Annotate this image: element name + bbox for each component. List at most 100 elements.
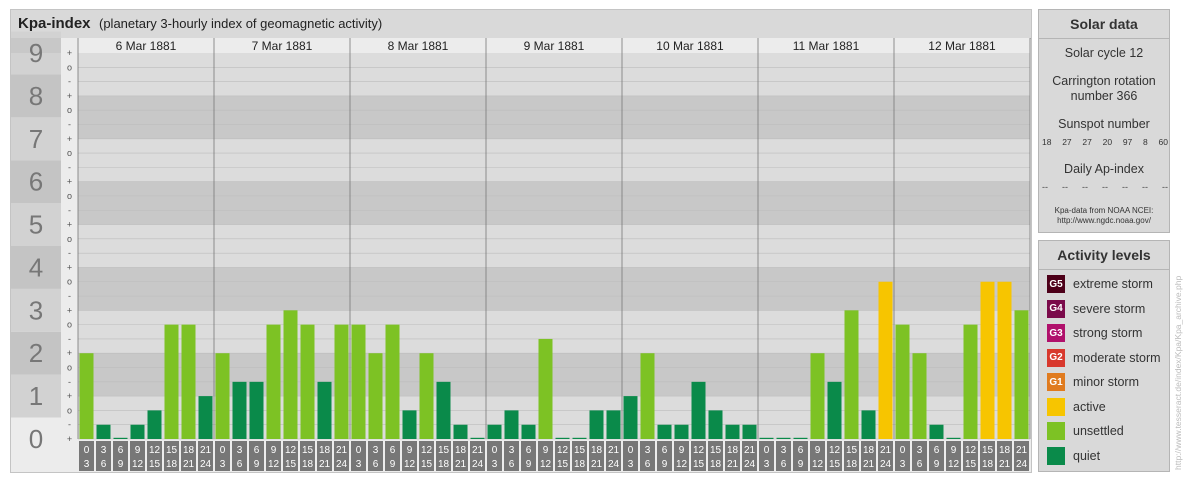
interval-end-label: 24 xyxy=(744,459,756,470)
kp-bar xyxy=(912,353,927,439)
y-subtick-label: + xyxy=(67,434,72,444)
solar-cycle: Solar cycle 12 xyxy=(1064,46,1144,60)
interval-start-label: 15 xyxy=(710,445,722,456)
interval-start-label: 6 xyxy=(118,445,124,456)
solar-panel-title: Solar data xyxy=(1039,10,1169,39)
level-swatch: G2 xyxy=(1047,348,1065,367)
ap-value: -- xyxy=(1062,182,1068,192)
interval-end-label: 21 xyxy=(591,459,603,470)
level-swatch xyxy=(1047,397,1065,416)
kp-bar xyxy=(419,353,434,439)
interval-start-label: 3 xyxy=(237,445,243,456)
kp-bar xyxy=(759,437,774,439)
kp-bar xyxy=(946,437,961,439)
activity-panel-title: Activity levels xyxy=(1039,241,1169,270)
kp-bar xyxy=(776,437,791,439)
interval-end-label: 6 xyxy=(237,459,243,470)
kp-bar xyxy=(623,396,638,439)
kp-bar xyxy=(96,424,111,439)
ap-value: -- xyxy=(1102,182,1108,192)
kp-bar xyxy=(1014,310,1029,439)
kp-bar xyxy=(657,424,672,439)
interval-start-label: 12 xyxy=(285,445,297,456)
y-subtick-label: o xyxy=(67,405,72,415)
source-link[interactable]: http://www.ngdc.noaa.gov/ xyxy=(1039,216,1169,226)
kp-bar xyxy=(997,281,1012,439)
sunspot-value: 20 xyxy=(1102,137,1113,147)
interval-start-label: 21 xyxy=(608,445,620,456)
interval-end-label: 6 xyxy=(781,459,787,470)
activity-level-minor-storm: G1 minor storm xyxy=(1047,372,1139,392)
interval-end-label: 9 xyxy=(798,459,804,470)
source-note: Kpa-data from NOAA NCEI: http://www.ngdc… xyxy=(1039,206,1169,226)
kp-bar xyxy=(385,324,400,439)
y-tick-label: 1 xyxy=(29,381,43,411)
interval-start-label: 12 xyxy=(421,445,433,456)
interval-start-label: 6 xyxy=(798,445,804,456)
interval-start-label: 12 xyxy=(149,445,161,456)
interval-start-label: 3 xyxy=(917,445,923,456)
kp-bar xyxy=(691,381,706,439)
kp-bar xyxy=(181,324,196,439)
source-line-1: Kpa-data from NOAA NCEI: xyxy=(1054,206,1154,215)
interval-end-label: 15 xyxy=(285,459,297,470)
kp-bar xyxy=(368,353,383,439)
carrington-rotation: Carrington rotation number 366 xyxy=(1052,74,1156,103)
interval-start-label: 0 xyxy=(900,445,906,456)
interval-end-label: 24 xyxy=(880,459,892,470)
interval-start-label: 6 xyxy=(390,445,396,456)
kp-bar xyxy=(334,324,349,439)
interval-end-label: 6 xyxy=(509,459,515,470)
kp-bar xyxy=(861,410,876,439)
level-swatch: G5 xyxy=(1047,275,1065,293)
interval-end-label: 12 xyxy=(268,459,280,470)
y-tick-label: 5 xyxy=(29,210,43,240)
y-subtick-label: + xyxy=(67,391,72,401)
y-tick-label: 8 xyxy=(29,81,43,111)
kp-bar xyxy=(113,437,128,439)
interval-end-label: 9 xyxy=(526,459,532,470)
sunspot-value: 8 xyxy=(1143,137,1148,147)
y-subtick-label: + xyxy=(67,91,72,101)
y-tick-label: 2 xyxy=(29,338,43,368)
kp-bar xyxy=(266,324,281,439)
kp-bar xyxy=(895,324,910,439)
level-label: strong storm xyxy=(1073,326,1143,340)
interval-end-label: 12 xyxy=(676,459,688,470)
y-subtick-label: - xyxy=(68,248,71,258)
y-tick-label: 0 xyxy=(29,424,43,454)
y-subtick-label: - xyxy=(68,77,71,87)
interval-end-label: 21 xyxy=(183,459,195,470)
kp-bar xyxy=(470,437,485,439)
kp-bar xyxy=(640,353,655,439)
interval-start-label: 18 xyxy=(591,445,603,456)
kpa-chart-panel: Kpa-index (planetary 3-hourly index of g… xyxy=(10,9,1032,473)
interval-end-label: 12 xyxy=(948,459,960,470)
y-subtick-label: o xyxy=(67,320,72,330)
y-subtick-label: o xyxy=(67,62,72,72)
sunspot-values: 18 27 27 20 97 8 60 xyxy=(1042,137,1168,147)
ap-value: -- xyxy=(1122,182,1128,192)
kp-bar xyxy=(589,410,604,439)
interval-start-label: 3 xyxy=(373,445,379,456)
activity-level-extreme-storm: G5 extreme storm xyxy=(1047,274,1153,294)
interval-start-label: 12 xyxy=(829,445,841,456)
watermark: http://www.tesseract.de/index/Kpa/Kpa_ar… xyxy=(1173,275,1183,470)
interval-start-label: 21 xyxy=(200,445,212,456)
ap-value: -- xyxy=(1142,182,1148,192)
kp-bar xyxy=(249,381,264,439)
level-swatch xyxy=(1047,422,1065,440)
interval-start-label: 15 xyxy=(302,445,314,456)
y-subtick-label: o xyxy=(67,363,72,373)
activity-level-active: active xyxy=(1047,397,1106,417)
kpa-chart: +-o+-o+-o+-o+-o+-o+-o+-o+-o+0123456789 6 … xyxy=(11,31,1031,472)
sunspot-value: 97 xyxy=(1122,137,1133,147)
interval-end-label: 6 xyxy=(645,459,651,470)
interval-end-label: 24 xyxy=(1016,459,1028,470)
kp-bar xyxy=(436,381,451,439)
interval-start-label: 15 xyxy=(846,445,858,456)
interval-start-label: 9 xyxy=(951,445,957,456)
ap-value: -- xyxy=(1082,182,1088,192)
interval-start-label: 12 xyxy=(693,445,705,456)
level-label: moderate storm xyxy=(1073,350,1161,365)
